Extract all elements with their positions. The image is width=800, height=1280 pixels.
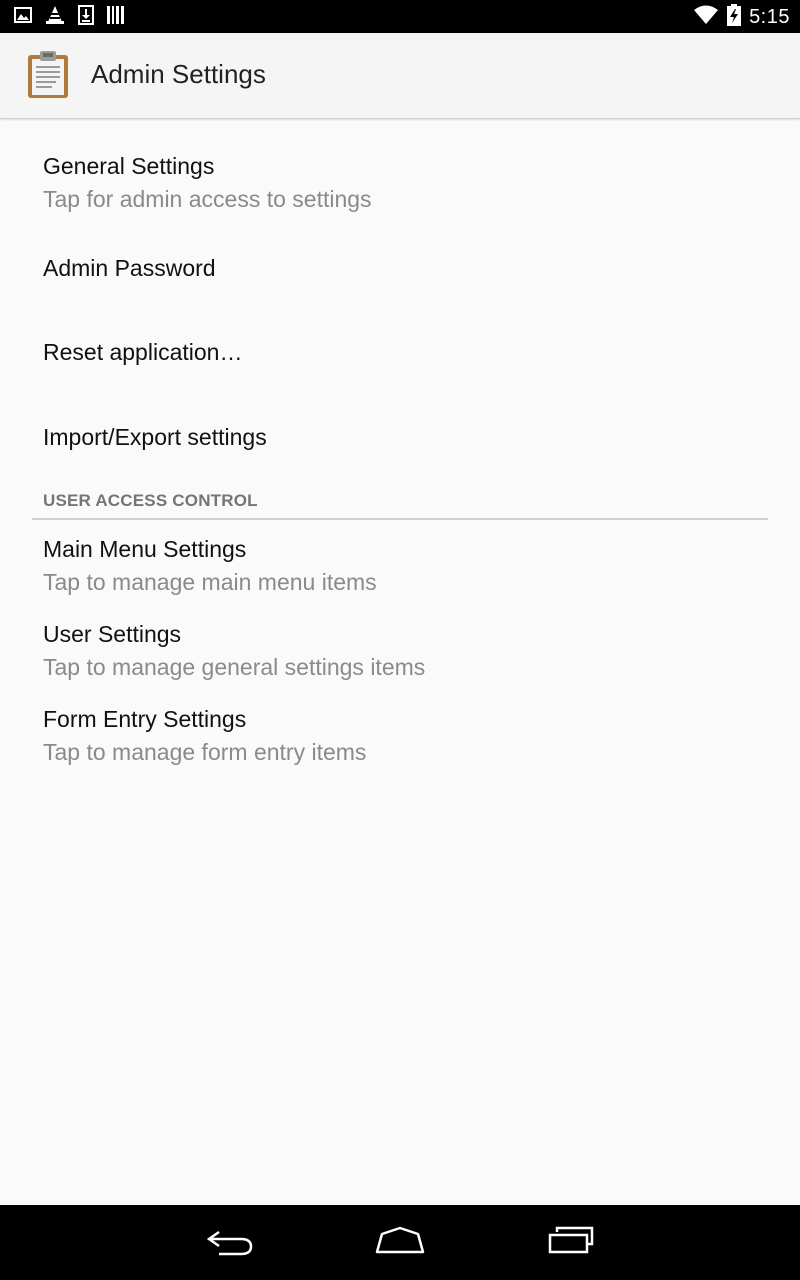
pref-title: Admin Password: [43, 255, 216, 281]
pref-general-settings[interactable]: General Settings Tap for admin access to…: [0, 137, 800, 237]
back-button[interactable]: [200, 1221, 260, 1265]
clipboard-icon[interactable]: [27, 51, 69, 99]
pref-title: Form Entry Settings: [43, 706, 247, 732]
pref-form-entry-settings[interactable]: Form Entry Settings Tap to manage form e…: [0, 692, 800, 777]
pref-title: Reset application…: [43, 339, 243, 365]
recents-button[interactable]: [541, 1221, 601, 1265]
recents-icon: [547, 1226, 595, 1261]
pref-summary: Tap to manage main menu items: [43, 569, 377, 595]
battery-charging-icon: [727, 3, 742, 31]
download-icon: [78, 4, 94, 30]
navigation-bar: [0, 1205, 800, 1280]
home-icon: [374, 1226, 426, 1261]
action-bar: Admin Settings: [0, 33, 800, 119]
pref-summary: Tap for admin access to settings: [43, 186, 372, 212]
back-icon: [205, 1226, 255, 1261]
pref-import-export-settings[interactable]: Import/Export settings: [0, 406, 800, 486]
page-title: Admin Settings: [91, 59, 266, 89]
pref-title: Main Menu Settings: [43, 536, 247, 562]
pref-admin-password[interactable]: Admin Password: [0, 237, 800, 321]
clock: 5:15: [749, 5, 790, 28]
vlc-cone-icon: [45, 5, 65, 30]
pref-title: General Settings: [43, 153, 215, 179]
status-bar: 5:15: [0, 0, 800, 33]
pref-user-settings[interactable]: User Settings Tap to manage general sett…: [0, 607, 800, 692]
wifi-icon: [693, 5, 719, 30]
pref-summary: Tap to manage form entry items: [43, 739, 367, 765]
home-button[interactable]: [370, 1221, 430, 1265]
pref-main-menu-settings[interactable]: Main Menu Settings Tap to manage main me…: [0, 522, 800, 607]
category-divider: [32, 518, 768, 520]
category-header-user-access-control: USER ACCESS CONTROL: [43, 491, 258, 510]
pref-title: Import/Export settings: [43, 424, 267, 450]
pref-reset-application[interactable]: Reset application…: [0, 321, 800, 406]
system-icons: 5:15: [693, 3, 790, 31]
image-icon: [14, 6, 32, 28]
pref-title: User Settings: [43, 621, 182, 647]
pref-summary: Tap to manage general settings items: [43, 654, 426, 680]
notification-icons: [14, 4, 125, 30]
barcode-icon: [107, 5, 125, 30]
